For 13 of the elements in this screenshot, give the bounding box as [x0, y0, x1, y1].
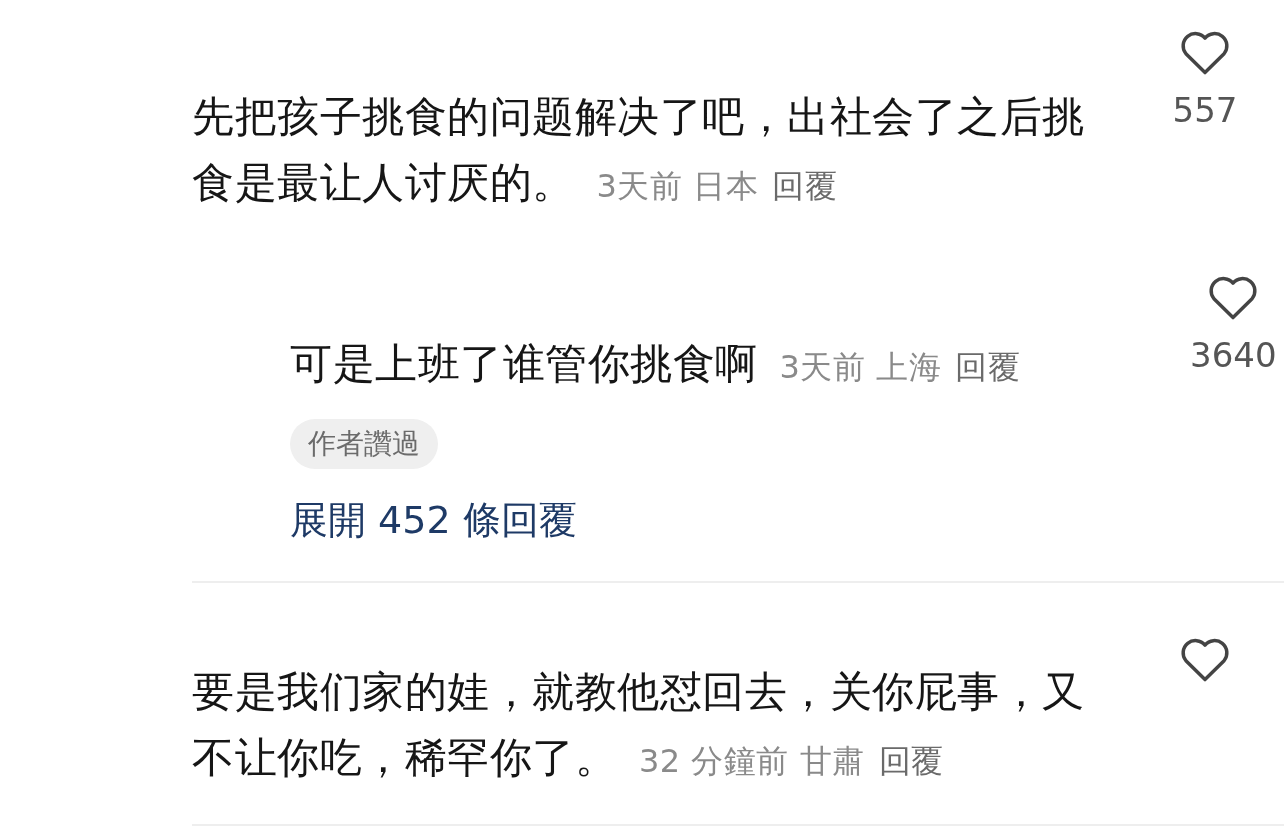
author-liked-badge: 作者讚過: [290, 419, 438, 469]
comment-meta: 3天前 日本: [596, 167, 759, 205]
comment-text: 先把孩子挑食的问题解决了吧，出社会了之后挑食是最让人讨厌的。 3天前 日本 回覆: [192, 91, 1086, 209]
comment-meta: 32 分鐘前 甘肅: [639, 742, 865, 780]
reply-link[interactable]: 回覆: [878, 742, 944, 780]
comment-text: 要是我们家的娃，就教他怼回去，关你屁事，又不让你吃，稀罕你了。 32 分鐘前 甘肅 回覆: [192, 666, 1086, 784]
reply-link[interactable]: 回覆: [772, 167, 838, 205]
like-count: 3640: [1190, 335, 1277, 375]
expand-replies-link[interactable]: 展開 452 條回覆: [290, 495, 577, 545]
reply-link[interactable]: 回覆: [955, 348, 1021, 386]
like-count: 557: [1172, 90, 1238, 130]
comment-text: 可是上班了谁管你挑食啊 3天前 上海 回覆: [290, 338, 1022, 390]
comment-meta: 3天前 上海: [779, 348, 942, 386]
